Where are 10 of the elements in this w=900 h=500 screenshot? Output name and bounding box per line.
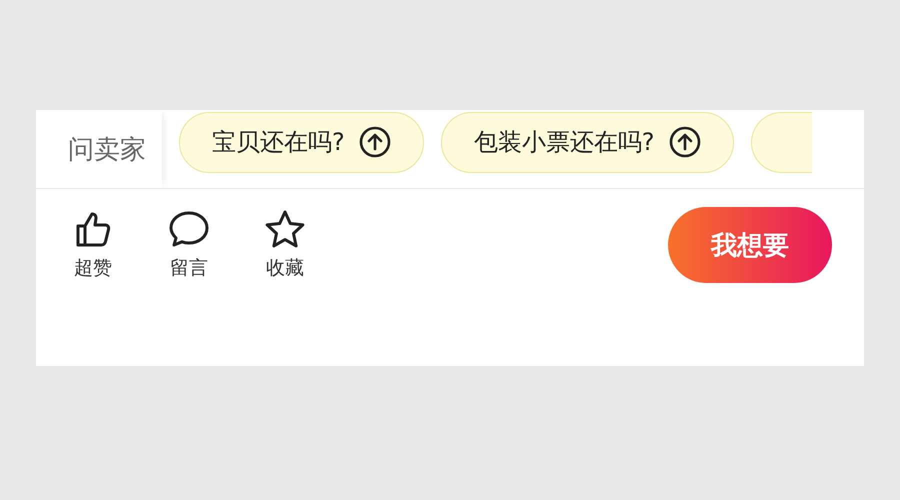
- quick-question-chip[interactable]: 包装小票还在吗?: [440, 112, 734, 172]
- ask-seller-tab[interactable]: 问卖家: [36, 110, 162, 188]
- speech-bubble-icon: [168, 209, 210, 249]
- action-label[interactable]: 留言: [170, 255, 208, 281]
- quick-question-chip[interactable]: 宝贝还在吗?: [179, 112, 424, 172]
- quick-question-chip[interactable]: [750, 112, 812, 172]
- star-icon: [264, 209, 306, 249]
- want-button[interactable]: 我想要: [668, 207, 832, 283]
- action-label[interactable]: 收藏: [266, 255, 304, 281]
- action-label[interactable]: 超赞: [74, 255, 112, 281]
